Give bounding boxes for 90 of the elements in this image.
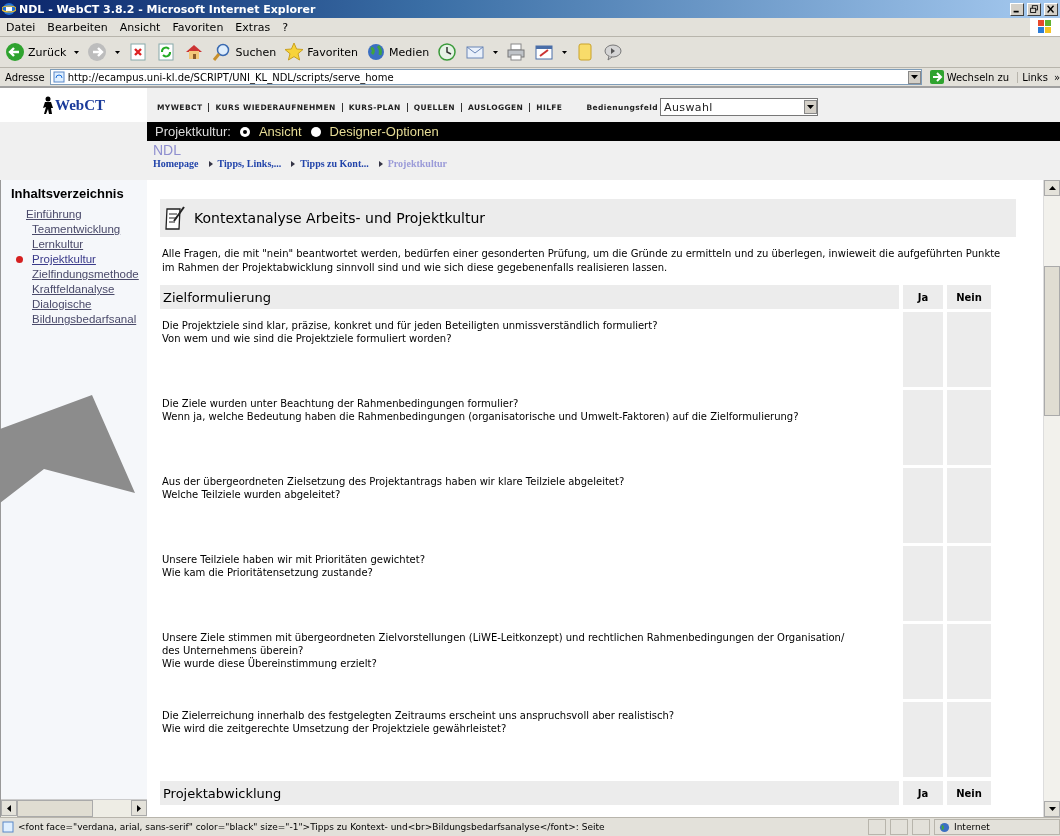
- column-header: Ja: [903, 285, 943, 309]
- column-header: Nein: [947, 781, 991, 805]
- breadcrumb-link[interactable]: Homepage: [153, 158, 199, 169]
- address-field[interactable]: http://ecampus.uni-kl.de/SCRIPT/UNI_KL_NDL/scripts/serve_home: [49, 69, 922, 85]
- minimize-icon[interactable]: [1010, 2, 1024, 16]
- breadcrumb-arrow-icon: [208, 160, 213, 167]
- radio-button[interactable]: [239, 126, 250, 137]
- go-button[interactable]: Wechseln zu: [923, 70, 1016, 84]
- column-header: Nein: [947, 285, 991, 309]
- scroll-up-button[interactable]: [1044, 180, 1060, 196]
- globe-icon: [939, 821, 950, 833]
- radio-label[interactable]: Ansicht: [258, 124, 302, 139]
- webct-logo: WebCT: [55, 96, 105, 114]
- speech-bubble-icon: [603, 42, 624, 62]
- window-title: NDL - WebCT 3.8.2 - Microsoft Internet Explorer: [19, 2, 317, 16]
- course-title: NDL: [153, 141, 182, 158]
- page-icon: [52, 71, 65, 83]
- panel-select[interactable]: Auswahl: [659, 98, 818, 116]
- more-chevron[interactable]: »: [1053, 71, 1060, 83]
- toc-link[interactable]: Kraftfeldanalyse: [32, 282, 144, 297]
- page-icon: [2, 821, 14, 833]
- column-header: Ja: [903, 781, 943, 805]
- radio-label[interactable]: Designer-Optionen: [329, 124, 439, 139]
- search-button[interactable]: Suchen: [209, 40, 280, 64]
- page-title: Kontextanalyse Arbeits- und Projektkultur: [194, 210, 486, 226]
- question-text: Aus der übergeordneten Zielsetzung des Projektantrags haben wir klare Teilziele abgeleitet? Welche Teilziele wurden abgeleitet?: [161, 475, 626, 502]
- down-triangle-icon: [1048, 807, 1056, 811]
- zone-label: Internet: [954, 822, 990, 832]
- toc-link[interactable]: Projektkultur: [32, 252, 144, 267]
- right-triangle-icon: [137, 804, 141, 812]
- toc-link[interactable]: Dialogische Bildungsbedarfsanal: [32, 297, 144, 327]
- toc-link[interactable]: Zielfindungsmethode: [32, 267, 144, 282]
- question-text: Die Ziele wurden unter Beachtung der Rahmenbedingungen formulier? Wenn ja, welche Bedeutung haben die Rahmenbedingungen (organisatorische und Umwelt-Faktoren) auf die Zielformulierung?: [161, 397, 800, 424]
- toc-link[interactable]: Teamentwicklung: [32, 222, 144, 237]
- question-text: Unsere Teilziele haben wir mit Prioritäten gewichtet? Wie kam die Prioritätensetzung zustande?: [161, 553, 426, 580]
- address-label: Adresse: [4, 71, 46, 83]
- restore-icon[interactable]: [1027, 2, 1041, 16]
- edit-page-icon: [534, 42, 555, 62]
- clock-icon: [437, 42, 458, 62]
- menu-item[interactable]: Favoriten: [166, 20, 230, 34]
- toc-title: Inhaltsverzeichnis: [10, 186, 125, 201]
- refresh-icon: [156, 42, 177, 62]
- printer-icon: [506, 42, 527, 62]
- breadcrumb-arrow-icon: [291, 160, 296, 167]
- dropdown-arrow-icon[interactable]: [562, 50, 568, 54]
- logo-figure-icon: [42, 96, 54, 114]
- mode-label: Projektkultur:: [155, 124, 231, 139]
- stop-icon: [128, 42, 149, 62]
- question-text: Die Zielerreichung innerhalb des festgelegten Zeitraums erscheint uns anspruchsvoll aber realistisch? Wie wird die zeitgerechte Umsetzung der Projektziele gewährleistet?: [161, 709, 676, 736]
- globe-icon: [366, 42, 387, 62]
- breadcrumb-link[interactable]: Tipps zu Kont...: [300, 158, 369, 169]
- menu-item[interactable]: Ansicht: [113, 20, 167, 34]
- menu-item[interactable]: ?: [276, 20, 294, 34]
- dropdown-arrow-icon[interactable]: [493, 50, 499, 54]
- favorites-button[interactable]: Favoriten: [281, 40, 362, 64]
- scroll-right-button[interactable]: [131, 800, 147, 816]
- section-heading: Zielformulierung: [160, 285, 899, 309]
- scroll-down-button[interactable]: [1044, 801, 1060, 817]
- dropdown-arrow-icon[interactable]: [115, 50, 121, 54]
- section-heading: Projektabwicklung: [160, 781, 899, 805]
- browser-logo-icon: [2, 2, 16, 16]
- scrollbar-thumb[interactable]: [1044, 266, 1060, 416]
- left-triangle-icon: [7, 804, 11, 812]
- breadcrumb-arrow-icon: [378, 160, 383, 167]
- down-triangle-icon: [806, 105, 814, 109]
- intro-text: Alle Fragen, die mit "nein" beantwortet werden, bedürfen einer gesonderten Prüfung, um die Gründe zu ermitteln und zu überlegen, inwieweit die aufgeführten Punkte im Rahmen der Projektabwicklung sinnvoll sind und wie sich diese gegebenenfalls realisieren lassen.: [162, 247, 1002, 275]
- question-text: Die Projektziele sind klar, präzise, konkret und für jeden Beteiligten unmissverständlich formuliert? Von wem und wie sind die Projektziele formuliert worden?: [161, 319, 659, 346]
- scrollbar-thumb[interactable]: [17, 800, 93, 817]
- star-icon: [284, 42, 305, 62]
- dropdown-arrow-icon[interactable]: [74, 50, 80, 54]
- down-triangle-icon: [910, 75, 918, 79]
- menu-item[interactable]: Extras: [229, 20, 277, 34]
- windows-logo-icon: [1037, 20, 1053, 34]
- media-button[interactable]: Medien: [363, 40, 433, 64]
- status-text: <font face="verdana, arial, sans-serif" color="black" size="-1">Tipps zu Kontext- und<br>Bildungsbedarfsanalyse</font>: Seite: [18, 822, 606, 832]
- links-button[interactable]: Links: [1017, 71, 1052, 83]
- toc-link[interactable]: Einführung: [26, 207, 138, 222]
- scroll-left-button[interactable]: [1, 800, 17, 816]
- back-button[interactable]: Zurück: [2, 40, 70, 64]
- menu-item[interactable]: Datei: [0, 20, 42, 34]
- close-icon[interactable]: [1044, 2, 1058, 16]
- menu-item[interactable]: Bearbeiten: [41, 20, 114, 34]
- breadcrumb-link[interactable]: Tipps, Links,...: [217, 158, 282, 169]
- notepad-icon: [164, 205, 186, 231]
- dropdown-button[interactable]: [907, 70, 921, 84]
- right-arrow-icon: [929, 70, 944, 84]
- up-triangle-icon: [1048, 186, 1056, 190]
- toc-link[interactable]: Lernkultur: [32, 237, 144, 252]
- question-text: Unsere Ziele stimmen mit übergeordneten Zielvorstellungen (LiWE-Leitkonzept) und rechtlichen Rahmenbedingungen der Organisation/ des Unternehmens überein? Wie wurde diese Übereinstimmung erzielt?: [161, 631, 846, 671]
- radio-button[interactable]: [310, 126, 321, 137]
